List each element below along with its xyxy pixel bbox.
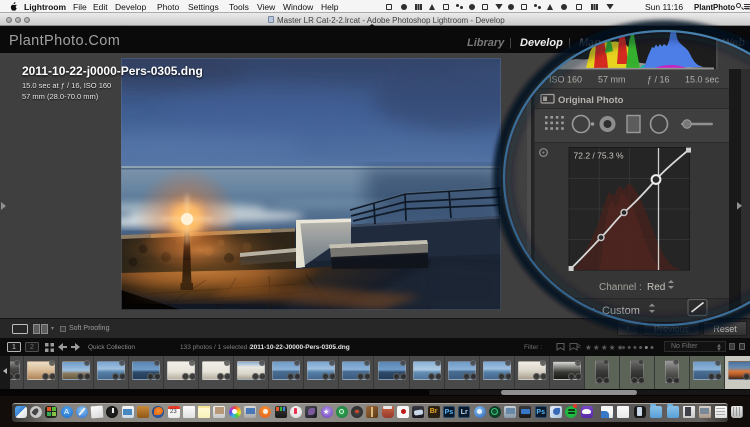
svg-text:72.2 / 75.3 %: 72.2 / 75.3 % — [574, 151, 625, 161]
svg-text:Channel :: Channel : — [599, 282, 642, 293]
svg-text:Original Photo: Original Photo — [558, 95, 624, 106]
svg-text:15.0 sec: 15.0 sec — [685, 75, 720, 85]
svg-text:Red: Red — [647, 282, 665, 293]
svg-text:57 mm: 57 mm — [598, 75, 626, 85]
svg-text:ƒ / 16: ƒ / 16 — [647, 75, 670, 85]
